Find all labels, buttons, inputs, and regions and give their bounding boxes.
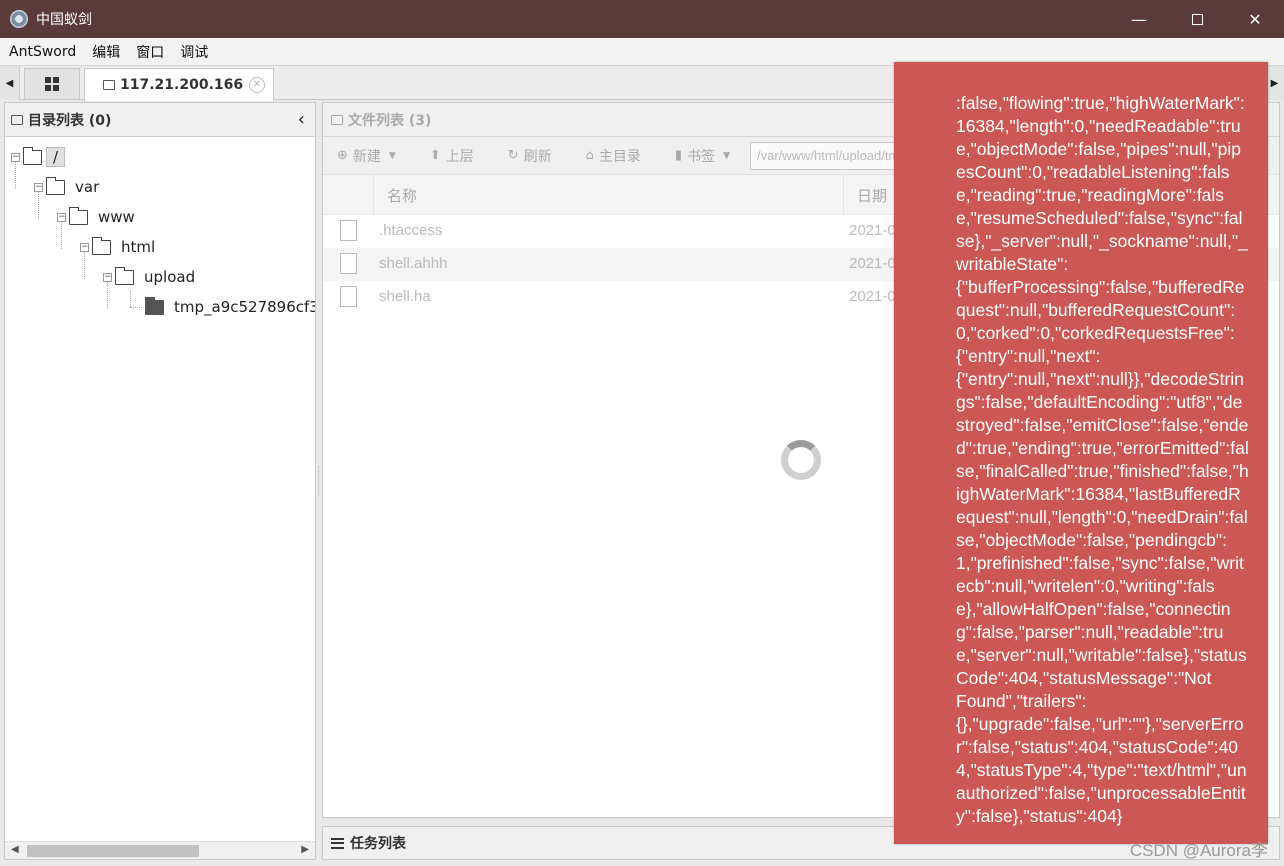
task-panel-title: 任务列表: [350, 836, 406, 852]
tree-node-label: www: [98, 208, 135, 226]
bookmark-icon: ▮: [674, 148, 683, 163]
refresh-button[interactable]: ↻ 刷新: [508, 146, 552, 166]
bookmark-label: 书签: [687, 148, 716, 165]
error-toast[interactable]: :false,"flowing":true,"highWaterMark":16…: [894, 62, 1268, 844]
tree-node-label: upload: [144, 268, 196, 286]
file-icon: [340, 220, 357, 241]
folder-icon: [23, 146, 42, 165]
file-list-icon: [331, 114, 343, 125]
folder-icon: [69, 206, 88, 225]
tree-node-var[interactable]: − var: [34, 175, 99, 199]
maximize-icon: [1191, 13, 1203, 25]
panel-splitter[interactable]: [318, 466, 320, 496]
home-label: 主目录: [598, 148, 641, 165]
collapse-panel-button[interactable]: ‹: [298, 109, 305, 130]
new-button[interactable]: ⊕ 新建 ▼: [337, 146, 396, 166]
watermark: CSDN @Aurora李: [1129, 841, 1268, 860]
menu-antsword[interactable]: AntSword: [0, 44, 84, 60]
window-controls: — ✕: [1110, 0, 1284, 38]
directory-panel-title: 目录列表 (0): [28, 112, 112, 129]
chevron-right-icon: ▶: [1270, 77, 1279, 89]
home-icon: ⌂: [585, 148, 594, 163]
folder-icon: [46, 176, 65, 195]
directory-panel: 目录列表 (0) ‹ − / − var − www − html − uplo…: [4, 102, 316, 860]
grid-icon: [45, 77, 59, 91]
scrollbar-thumb[interactable]: [27, 845, 199, 857]
tree-node-www[interactable]: − www: [57, 205, 135, 229]
collapse-toggle[interactable]: −: [11, 152, 20, 162]
tree-node-label: var: [75, 178, 100, 196]
up-button[interactable]: ⬆ 上层: [430, 146, 474, 166]
collapse-toggle[interactable]: −: [34, 182, 43, 192]
caret-down-icon: ▼: [723, 150, 730, 161]
collapse-toggle[interactable]: −: [103, 272, 112, 282]
file-icon: [340, 253, 357, 274]
column-date-header[interactable]: 日期: [857, 185, 887, 206]
tab-label: 117.21.200.166: [120, 77, 244, 93]
tab-close-button[interactable]: ✕: [249, 77, 265, 93]
minimize-icon: —: [1131, 9, 1147, 29]
loading-spinner-icon: [781, 440, 821, 480]
horizontal-scrollbar[interactable]: ◀ ▶: [5, 841, 315, 859]
list-icon: [331, 837, 344, 849]
scroll-right-icon[interactable]: ▶: [301, 844, 309, 855]
tree-node-root[interactable]: − /: [11, 145, 66, 169]
menu-debug[interactable]: 调试: [172, 42, 216, 62]
antsword-logo-icon: [10, 10, 28, 28]
scroll-left-icon[interactable]: ◀: [11, 844, 19, 855]
directory-tree: − / − var − www − html − upload tmp_a9c5…: [5, 137, 315, 837]
refresh-label: 刷新: [523, 148, 552, 165]
caret-down-icon: ▼: [388, 150, 396, 161]
tree-node-label: tmp_a9c527896cf3c: [174, 298, 315, 316]
column-name-header[interactable]: 名称: [387, 185, 417, 206]
tab-home[interactable]: [24, 68, 80, 99]
close-button[interactable]: ✕: [1226, 0, 1284, 38]
folder-icon: [11, 114, 23, 125]
tab-scroll-left-button[interactable]: ◀: [0, 66, 20, 100]
tab-shell-session[interactable]: 117.21.200.166 ✕: [84, 68, 274, 101]
arrow-up-icon: ⬆: [429, 148, 441, 163]
tree-node-upload[interactable]: − upload: [103, 265, 195, 289]
tree-node-tmp[interactable]: tmp_a9c527896cf3c: [145, 295, 315, 319]
title-bar: 中国蚁剑 — ✕: [0, 0, 1284, 38]
file-name: .htaccess: [379, 222, 443, 239]
folder-icon: [92, 236, 111, 255]
maximize-button[interactable]: [1168, 0, 1226, 38]
tree-node-label: html: [121, 238, 156, 256]
close-icon: ✕: [1248, 9, 1262, 29]
plus-circle-icon: ⊕: [337, 148, 348, 163]
new-label: 新建: [352, 148, 381, 165]
home-button[interactable]: ⌂ 主目录: [586, 146, 641, 166]
error-message: :false,"flowing":true,"highWaterMark":16…: [956, 93, 1249, 826]
tree-node-html[interactable]: − html: [80, 235, 155, 259]
menu-window[interactable]: 窗口: [128, 42, 172, 62]
folder-icon: [103, 80, 115, 90]
minimize-button[interactable]: —: [1110, 0, 1168, 38]
chevron-left-icon: ◀: [5, 77, 14, 89]
file-name: shell.ha: [379, 288, 431, 305]
directory-panel-header: 目录列表 (0) ‹: [5, 103, 315, 137]
window-title: 中国蚁剑: [36, 12, 92, 28]
bookmark-button[interactable]: ▮ 书签 ▼: [675, 146, 730, 166]
refresh-icon: ↻: [507, 148, 519, 163]
file-panel-title: 文件列表 (3): [348, 112, 432, 129]
up-label: 上层: [445, 148, 474, 165]
folder-icon: [115, 266, 134, 285]
collapse-toggle[interactable]: −: [80, 242, 89, 252]
menu-edit[interactable]: 编辑: [84, 42, 128, 62]
tree-node-label: /: [46, 147, 66, 167]
file-name: shell.ahhh: [379, 255, 448, 272]
file-icon: [340, 286, 357, 307]
collapse-toggle[interactable]: −: [57, 212, 66, 222]
folder-filled-icon: [145, 296, 164, 315]
